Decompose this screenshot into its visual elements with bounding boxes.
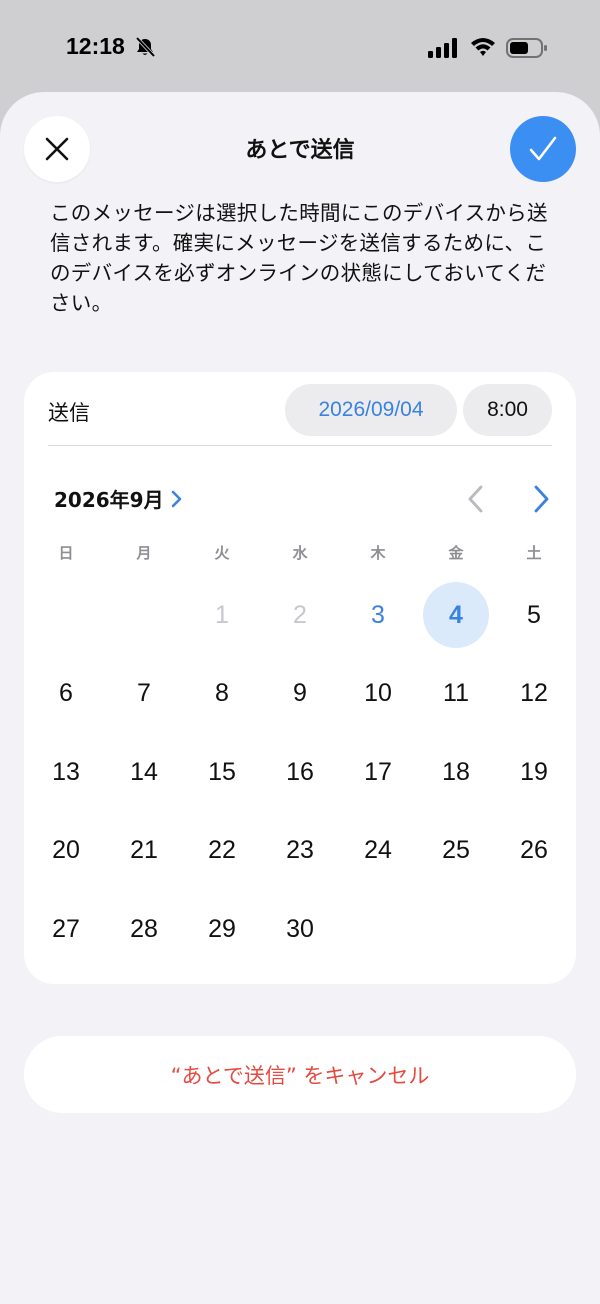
calendar-day-number: 19: [520, 757, 548, 786]
calendar-day[interactable]: 13: [27, 733, 105, 812]
calendar-day-number: 24: [364, 836, 392, 865]
calendar-day: 1: [183, 576, 261, 655]
weekday-label: 火: [214, 544, 230, 562]
calendar-day[interactable]: 24: [339, 812, 417, 891]
calendar-day-number: 27: [52, 914, 80, 943]
calendar-day-number: 12: [520, 679, 548, 708]
calendar-day-empty: [27, 576, 105, 655]
calendar-day[interactable]: 25: [417, 812, 495, 891]
calendar-day[interactable]: 26: [495, 812, 573, 891]
calendar-day-number: 2: [293, 600, 307, 629]
weekday-label: 日: [58, 544, 74, 562]
status-bar: 12:18: [0, 0, 600, 96]
calendar-day[interactable]: 19: [495, 733, 573, 812]
weekday-label: 月: [136, 544, 152, 562]
confirm-button[interactable]: [510, 116, 576, 182]
calendar-day[interactable]: 16: [261, 733, 339, 812]
calendar-day[interactable]: 4: [417, 576, 495, 655]
schedule-card: 送信 2026/09/04 8:00 2026年9月 日 月 火 水 木 金 土…: [24, 372, 576, 984]
calendar-day-number: [111, 582, 177, 648]
divider: [48, 445, 552, 446]
calendar-day-number: 11: [443, 679, 469, 708]
calendar-day: 2: [261, 576, 339, 655]
battery-icon: [506, 38, 547, 58]
cellular-signal-icon: [428, 38, 457, 58]
calendar-day-number: [33, 582, 99, 648]
calendar-day-number: 25: [442, 836, 470, 865]
calendar-day-number: 28: [130, 914, 158, 943]
chevron-right-icon: [171, 490, 181, 507]
calendar-day-number: 18: [442, 757, 470, 786]
calendar-day[interactable]: 7: [105, 655, 183, 734]
status-time: 12:18: [66, 33, 125, 59]
calendar-day-number: 29: [208, 914, 236, 943]
next-month-button[interactable]: [529, 482, 555, 516]
calendar-day-number: 21: [130, 836, 158, 865]
date-pill[interactable]: 2026/09/04: [285, 384, 457, 436]
calendar-day[interactable]: 11: [417, 655, 495, 734]
calendar-day-number: 23: [286, 836, 314, 865]
calendar-day-number: 10: [364, 679, 392, 708]
calendar-day-number: 5: [527, 600, 541, 629]
calendar-day-number: 3: [371, 600, 385, 629]
calendar-day-number: 13: [52, 757, 80, 786]
calendar-day[interactable]: 5: [495, 576, 573, 655]
weekday-header: 日 月 火 水 木 金 土: [27, 542, 573, 566]
calendar-day[interactable]: 30: [261, 890, 339, 969]
calendar-day-number: 14: [130, 757, 158, 786]
calendar-day-number: 22: [208, 836, 236, 865]
send-label: 送信: [48, 401, 90, 425]
calendar-day[interactable]: 6: [27, 655, 105, 734]
calendar-day[interactable]: 8: [183, 655, 261, 734]
sheet-description: このメッセージは選択した時間にこのデバイスから送信されます。確実にメッセージを送…: [50, 201, 548, 315]
weekday-label: 土: [526, 544, 542, 562]
calendar-day-number: 7: [137, 679, 151, 708]
time-pill[interactable]: 8:00: [463, 384, 552, 436]
calendar-day[interactable]: 21: [105, 812, 183, 891]
weekday-label: 木: [370, 544, 386, 562]
bell-slash-icon: [135, 36, 156, 58]
calendar-day-number: 9: [293, 679, 307, 708]
calendar-day-number: 4: [423, 582, 489, 649]
checkmark-icon: [529, 136, 557, 161]
calendar-day[interactable]: 27: [27, 890, 105, 969]
month-year-picker-button[interactable]: 2026年9月: [54, 484, 184, 513]
calendar-day[interactable]: 29: [183, 890, 261, 969]
weekday-label: 水: [292, 544, 308, 562]
calendar-day-empty: [105, 576, 183, 655]
calendar-day[interactable]: 3: [339, 576, 417, 655]
chevron-right-icon: [534, 485, 549, 513]
previous-month-button[interactable]: [462, 482, 488, 516]
calendar-day-number: 26: [520, 836, 548, 865]
calendar-day-grid: 1 2 3 4 5 6 7 8 9 10 11 12 13 14 15 16 17 18 19 20 21 22 23 24 2…: [27, 576, 573, 969]
calendar-day-number: 16: [286, 757, 314, 786]
wifi-icon: [471, 38, 495, 56]
cancel-send-later-button[interactable]: “あとで送信” をキャンセル: [24, 1036, 576, 1113]
month-label: 2026年9月: [54, 488, 164, 512]
calendar-day-number: 1: [215, 600, 229, 629]
calendar-day[interactable]: 18: [417, 733, 495, 812]
weekday-label: 金: [448, 544, 464, 562]
calendar-day-number: 15: [208, 757, 236, 786]
calendar-day[interactable]: 17: [339, 733, 417, 812]
calendar-day[interactable]: 12: [495, 655, 573, 734]
calendar-day[interactable]: 15: [183, 733, 261, 812]
chevron-left-icon: [468, 485, 483, 513]
calendar-day-number: 6: [59, 679, 73, 708]
calendar-day-number: 30: [286, 914, 314, 943]
schedule-send-sheet: あとで送信 このメッセージは選択した時間にこのデバイスから送信されます。確実にメ…: [0, 92, 600, 1304]
calendar-day-number: 8: [215, 679, 229, 708]
calendar-day-number: 20: [52, 836, 80, 865]
calendar-day-number: 17: [364, 757, 392, 786]
calendar-day[interactable]: 22: [183, 812, 261, 891]
calendar-day[interactable]: 23: [261, 812, 339, 891]
calendar-day[interactable]: 28: [105, 890, 183, 969]
calendar-day[interactable]: 14: [105, 733, 183, 812]
calendar-day[interactable]: 20: [27, 812, 105, 891]
calendar-day[interactable]: 9: [261, 655, 339, 734]
calendar-day[interactable]: 10: [339, 655, 417, 734]
